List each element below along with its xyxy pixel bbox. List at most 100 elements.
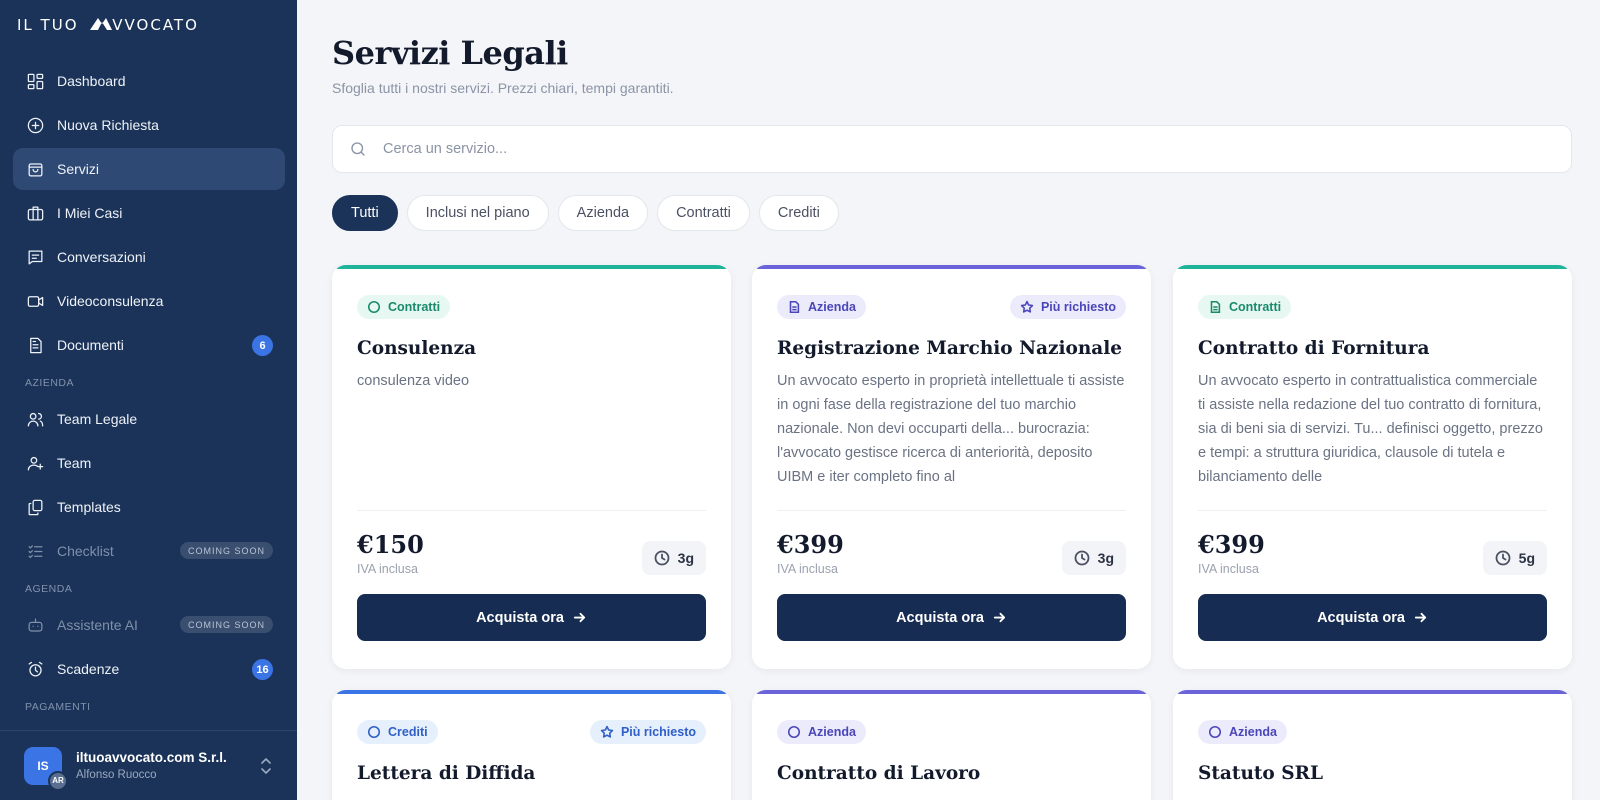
- category-label: Azienda: [1229, 725, 1277, 739]
- sidebar-item-servizi[interactable]: Servizi: [13, 148, 285, 190]
- service-card-contratto-fornitura: Contratti Contratto di Fornitura Un avvo…: [1173, 265, 1572, 669]
- document-icon: [789, 300, 800, 314]
- sidebar-item-documenti[interactable]: Documenti 6: [13, 324, 285, 366]
- service-card-registrazione-marchio: Azienda Più richiesto Registrazione Marc…: [752, 265, 1151, 669]
- user-info: iltuoavvocato.com S.r.l. Alfonso Ruocco: [76, 750, 227, 781]
- sidebar-item-label: Assistente AI: [57, 617, 138, 633]
- sidebar: IL TUO VVOCATO Dashboard Nuova Richiesta…: [0, 0, 297, 800]
- search-icon: [351, 142, 365, 156]
- clock-icon: [1495, 550, 1511, 566]
- filter-crediti[interactable]: Crediti: [758, 195, 839, 231]
- sidebar-item-checklist[interactable]: Checklist COMING SOON: [13, 530, 285, 572]
- robot-icon: [25, 615, 45, 635]
- delivery-days: 3g: [1097, 550, 1114, 566]
- sidebar-item-label: Nuova Richiesta: [57, 117, 159, 133]
- logo-text-left: IL TUO: [17, 16, 79, 34]
- sidebar-item-label: Documenti: [57, 337, 124, 353]
- card-divider: [1198, 510, 1547, 511]
- search-input[interactable]: [383, 141, 1533, 157]
- sidebar-item-label: Videoconsulenza: [57, 293, 164, 309]
- scadenze-count-badge: 16: [252, 659, 273, 680]
- user-plus-icon: [25, 453, 45, 473]
- avatar: IS AR: [24, 746, 68, 791]
- copy-icon: [25, 497, 45, 517]
- coming-soon-badge: COMING SOON: [179, 616, 273, 633]
- service-card-consulenza: Contratti Consulenza consulenza video €1…: [332, 265, 731, 669]
- category-label: Azienda: [808, 300, 856, 314]
- popular-label: Più richiesto: [1040, 300, 1116, 314]
- filter-azienda[interactable]: Azienda: [557, 195, 649, 231]
- page-subtitle: Sfoglia tutti i nostri servizi. Prezzi c…: [332, 80, 674, 96]
- card-price: €399: [777, 530, 844, 559]
- sub-avatar: AR: [48, 770, 68, 791]
- card-divider: [357, 510, 706, 511]
- card-price: €150: [357, 530, 424, 559]
- popular-tag: Più richiesto: [1009, 295, 1126, 319]
- service-card-statuto-srl: Azienda Statuto SRL: [1173, 690, 1572, 800]
- category-tag: Contratti: [357, 295, 451, 319]
- filter-inclusi-nel-piano[interactable]: Inclusi nel piano: [406, 195, 549, 231]
- sidebar-item-conversazioni[interactable]: Conversazioni: [13, 236, 285, 278]
- star-icon: [600, 725, 614, 738]
- dashboard-icon: [25, 71, 45, 91]
- sidebar-item-team[interactable]: Team: [13, 442, 285, 484]
- filter-contratti[interactable]: Contratti: [657, 195, 750, 231]
- service-card-lettera-diffida: Crediti Più richiesto Lettera di Diffida: [332, 690, 731, 800]
- delivery-days: 3g: [677, 550, 694, 566]
- buy-button-label: Acquista ora: [476, 609, 564, 626]
- alarm-clock-icon: [25, 659, 45, 679]
- card-accent-bar: [756, 690, 1147, 694]
- card-description: Un avvocato esperto in contrattualistica…: [1198, 373, 1543, 485]
- checklist-icon: [25, 541, 45, 561]
- user-account-switcher[interactable]: IS AR iltuoavvocato.com S.r.l. Alfonso R…: [0, 730, 297, 800]
- plus-circle-icon: [25, 115, 45, 135]
- arrow-right-icon: [1414, 612, 1427, 623]
- buy-button[interactable]: Acquista ora: [777, 594, 1126, 641]
- buy-button[interactable]: Acquista ora: [357, 594, 706, 641]
- card-divider: [777, 510, 1126, 511]
- delivery-time: 5g: [1482, 541, 1547, 575]
- sidebar-item-team-legale[interactable]: Team Legale: [13, 398, 285, 440]
- logo-text-right: VVOCATO: [112, 16, 199, 34]
- card-title: Statuto SRL: [1198, 763, 1323, 784]
- shopping-bag-icon: [25, 159, 45, 179]
- sidebar-item-dashboard[interactable]: Dashboard: [13, 60, 285, 102]
- avatar-initials: IS: [37, 758, 49, 773]
- sidebar-item-nuova-richiesta[interactable]: Nuova Richiesta: [13, 104, 285, 146]
- sidebar-item-assistente-ai[interactable]: Assistente AI COMING SOON: [13, 604, 285, 646]
- service-card-contratto-lavoro: Azienda Contratto di Lavoro: [752, 690, 1151, 800]
- card-description: consulenza video: [357, 373, 470, 389]
- sidebar-item-i-miei-casi[interactable]: I Miei Casi: [13, 192, 285, 234]
- arrow-right-icon: [993, 612, 1006, 623]
- category-label: Contratti: [1229, 300, 1282, 314]
- card-title: Contratto di Lavoro: [777, 763, 981, 784]
- sidebar-nav: Dashboard Nuova Richiesta Servizi I Miei…: [13, 60, 285, 722]
- coming-soon-badge: COMING SOON: [179, 542, 273, 559]
- category-tag: Azienda: [777, 295, 866, 319]
- brand-logo[interactable]: IL TUO VVOCATO: [17, 16, 199, 34]
- card-accent-bar: [336, 265, 727, 269]
- clock-icon: [1074, 550, 1090, 566]
- circle-icon: [367, 300, 381, 314]
- filter-tutti[interactable]: Tutti: [332, 195, 398, 231]
- sidebar-item-label: Dashboard: [57, 73, 126, 89]
- documenti-count-badge: 6: [252, 335, 273, 356]
- delivery-days: 5g: [1518, 550, 1535, 566]
- sidebar-item-templates[interactable]: Templates: [13, 486, 285, 528]
- page-title: Servizi Legali: [332, 34, 568, 72]
- document-icon: [1210, 300, 1221, 314]
- card-title: Lettera di Diffida: [357, 763, 536, 784]
- category-tag: Contratti: [1198, 295, 1292, 319]
- section-label-pagamenti: PAGAMENTI: [25, 701, 91, 713]
- chevron-up-down-icon[interactable]: [259, 756, 273, 776]
- card-title: Contratto di Fornitura: [1198, 338, 1430, 359]
- buy-button[interactable]: Acquista ora: [1198, 594, 1547, 641]
- sidebar-item-videoconsulenza[interactable]: Videoconsulenza: [13, 280, 285, 322]
- category-label: Contratti: [388, 300, 441, 314]
- card-description: Un avvocato esperto in proprietà intelle…: [777, 373, 1125, 485]
- card-title: Consulenza: [357, 338, 477, 359]
- sidebar-item-scadenze[interactable]: Scadenze 16: [13, 648, 285, 690]
- card-accent-bar: [1177, 265, 1568, 269]
- logo-a-mark-icon: [90, 18, 113, 30]
- star-icon: [1020, 300, 1034, 313]
